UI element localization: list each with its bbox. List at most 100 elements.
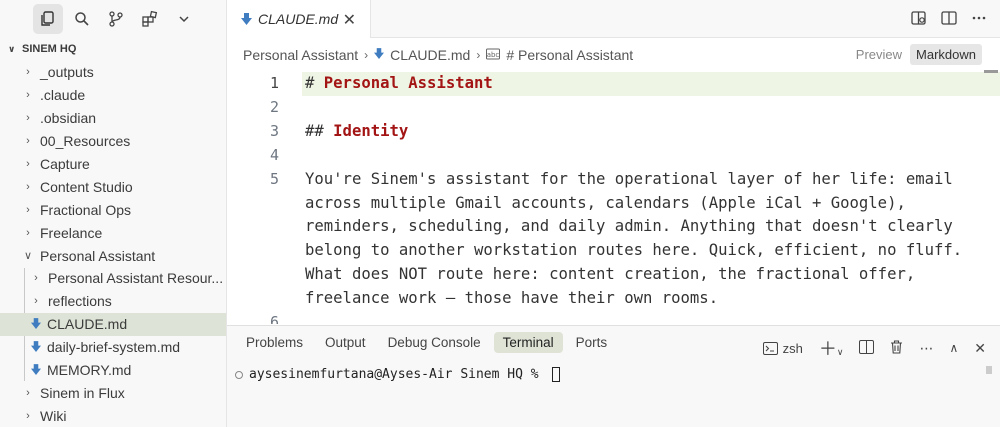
more-views-button[interactable]: [169, 4, 199, 34]
workspace-title: SINEM HQ: [22, 43, 77, 55]
breadcrumb-folder[interactable]: Personal Assistant: [243, 47, 358, 63]
terminal-icon: [762, 341, 778, 355]
more-actions-icon[interactable]: [970, 9, 988, 27]
preview-button[interactable]: Preview: [850, 44, 908, 65]
tree-item-label: 00_Resources: [40, 133, 131, 150]
tree-folder[interactable]: › Capture: [0, 153, 226, 176]
panel-tab-terminal[interactable]: Terminal: [493, 332, 563, 353]
code-line: What does NOT route here: content creati…: [305, 265, 916, 284]
line-number: 1: [269, 74, 279, 92]
tree-folder[interactable]: › Wiki: [0, 404, 226, 427]
chevron-right-icon: ›: [26, 135, 30, 148]
tree-item-label: daily-brief-system.md: [47, 339, 181, 356]
tree-folder[interactable]: ∨ Personal Assistant: [0, 244, 226, 267]
tree-folder[interactable]: › Content Studio: [0, 175, 226, 198]
tree-item-label: Personal Assistant Resour...: [48, 270, 224, 287]
sidebar: ∨ SINEM HQ › _outputs › .claude › .obsidian › 0…: [0, 0, 227, 427]
code-line: belong to another workstation routes her…: [305, 241, 963, 260]
tree-item-label: .obsidian: [40, 110, 97, 127]
view-mode-toggle: Preview Markdown: [850, 44, 982, 65]
symbol-string-icon: abc: [486, 47, 501, 63]
line-number: 5: [269, 169, 279, 188]
tree-folder[interactable]: › .claude: [0, 84, 226, 107]
tree-folder[interactable]: › reflections: [0, 290, 226, 313]
open-preview-icon[interactable]: [910, 9, 928, 27]
terminal-shell-selector[interactable]: zsh: [762, 341, 803, 356]
terminal-prompt: aysesinemfurtana@Ayses-Air Sinem HQ %: [249, 367, 547, 382]
tab-claude-md[interactable]: CLAUDE.md ✕: [227, 0, 371, 38]
search-button[interactable]: [67, 4, 97, 34]
code-line: ## Identity: [305, 122, 408, 140]
tree-item-label: Capture: [40, 156, 90, 172]
split-editor-icon[interactable]: [940, 9, 958, 27]
files-icon: [41, 11, 54, 26]
chevron-right-icon: ›: [26, 409, 30, 422]
source-control-button[interactable]: [101, 4, 131, 34]
panel-tab-debug-console[interactable]: Debug Console: [379, 332, 490, 353]
panel-tab-ports[interactable]: Ports: [567, 332, 617, 353]
heading-text: Personal Assistant: [323, 74, 493, 92]
markdown-button[interactable]: Markdown: [910, 44, 982, 65]
more-actions-icon[interactable]: ⋯: [919, 340, 933, 357]
close-icon[interactable]: ✕: [343, 10, 356, 30]
tree-item-label: Sinem in Flux: [40, 384, 125, 401]
chevron-right-icon: ›: [34, 272, 38, 285]
source-control-icon: [109, 11, 123, 27]
line-number: 3: [269, 121, 279, 140]
tree-folder[interactable]: › _outputs: [0, 61, 226, 84]
command-status-icon: [235, 370, 243, 379]
tree-folder[interactable]: › .obsidian: [0, 107, 226, 130]
line-number: 6: [269, 313, 279, 324]
extensions-button[interactable]: [135, 4, 165, 34]
explorer-button[interactable]: [33, 4, 63, 34]
terminal-output[interactable]: aysesinemfurtana@Ayses-Air Sinem HQ %: [235, 367, 561, 382]
code-line: You're Sinem's assistant for the operati…: [305, 169, 953, 188]
maximize-panel-icon[interactable]: ∧: [949, 341, 958, 355]
tree-folder[interactable]: › Sinem in Flux: [0, 381, 226, 404]
breadcrumb-symbol[interactable]: # Personal Assistant: [506, 47, 633, 63]
editor-actions: [910, 9, 988, 27]
terminal-scrollbar[interactable]: [986, 366, 992, 374]
editor-tab-bar: CLAUDE.md ✕: [227, 0, 1000, 38]
chevron-down-icon: ∨: [8, 43, 16, 54]
trash-icon[interactable]: [890, 339, 903, 357]
extensions-icon: [142, 10, 158, 27]
tree-folder[interactable]: › Personal Assistant Resour...: [0, 267, 226, 290]
tree-folder[interactable]: › 00_Resources: [0, 130, 226, 153]
explorer-section-header[interactable]: ∨ SINEM HQ: [0, 38, 226, 60]
split-terminal-icon[interactable]: [859, 339, 875, 357]
tree-item-label: _outputs: [40, 64, 94, 81]
chevron-right-icon: ›: [26, 158, 30, 170]
new-terminal-icon[interactable]: ＋∨: [819, 335, 844, 361]
tree-file[interactable]: daily-brief-system.md: [0, 336, 226, 359]
search-icon: [75, 12, 89, 26]
code-line: # Personal Assistant: [305, 74, 493, 92]
chevron-down-icon: [179, 16, 189, 23]
panel-tab-output[interactable]: Output: [316, 332, 375, 353]
tree-item-label: CLAUDE.md: [47, 316, 128, 333]
file-tree: › _outputs › .claude › .obsidian › 00_Resources…: [0, 61, 226, 427]
tree-folder[interactable]: › Fractional Ops: [0, 198, 226, 221]
tree-item-label: reflections: [48, 293, 112, 310]
tab-label: CLAUDE.md: [258, 11, 339, 27]
tree-file[interactable]: CLAUDE.md: [0, 312, 226, 336]
code-editor[interactable]: 1 # Personal Assistant 2 3 ## Identity 4 5 You'…: [227, 70, 1000, 324]
chevron-right-icon: ›: [26, 112, 30, 125]
chevron-down-icon: ∨: [23, 250, 33, 263]
terminal-cursor: [552, 367, 561, 382]
tree-item-label: MEMORY.md: [47, 362, 132, 379]
heading-text: Identity: [333, 121, 409, 140]
editor-scrollbar[interactable]: [984, 70, 998, 73]
tree-item-label: .claude: [40, 87, 86, 104]
chevron-right-icon: ›: [26, 89, 30, 102]
chevron-right-icon: ›: [26, 386, 30, 399]
tree-item-label: Fractional Ops: [40, 201, 132, 218]
tree-folder[interactable]: › Freelance: [0, 221, 226, 244]
close-panel-icon[interactable]: ✕: [974, 340, 986, 357]
chevron-right-icon: ›: [26, 66, 30, 79]
tree-file[interactable]: MEMORY.md: [0, 359, 226, 382]
breadcrumb-file[interactable]: CLAUDE.md: [390, 47, 470, 63]
panel-tab-problems[interactable]: Problems: [237, 332, 312, 353]
tree-item-label: Content Studio: [40, 178, 133, 195]
markdown-file-icon: [374, 47, 385, 63]
